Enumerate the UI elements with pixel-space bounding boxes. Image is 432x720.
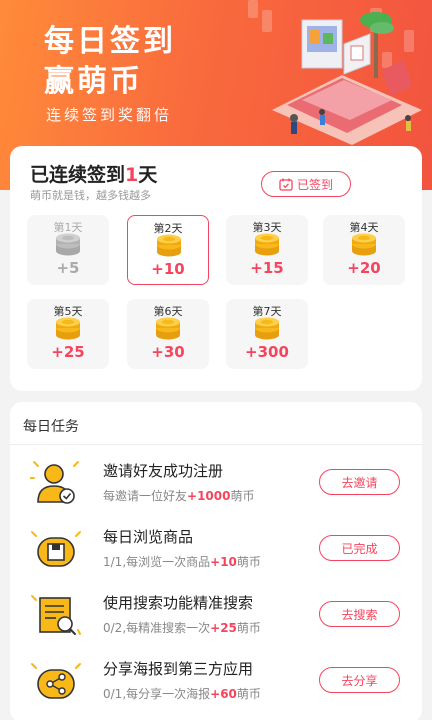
checkin-day-6[interactable]: 第6天 +30 (127, 299, 209, 369)
coin-stack-gold-icon (157, 234, 181, 257)
tasks-heading: 每日任务 (23, 419, 79, 435)
task-desc-text: 1/1,每浏览一次商品 (103, 555, 211, 569)
day-reward: +30 (151, 343, 185, 361)
page-title: 每日签到 赢萌币 (44, 22, 176, 102)
task-points: +10 (210, 555, 237, 569)
task-name: 分享海报到第三方应用 (103, 660, 254, 678)
task-item-share: 分享海报到第三方应用 0/1,每分享一次海报+60萌币 去分享 (10, 652, 422, 718)
streak-title-suffix: 天 (138, 164, 158, 186)
title-line-1: 每日签到 (44, 24, 176, 59)
signed-in-label: 已签到 (296, 177, 333, 192)
signed-in-button[interactable]: 已签到 (261, 171, 351, 197)
task-description: 1/1,每浏览一次商品+10萌币 (103, 553, 261, 570)
task-desc-text: 0/2,每精准搜索一次 (103, 621, 211, 635)
day-reward: +20 (347, 259, 381, 277)
task-item-invite: 邀请好友成功注册 每邀请一位好友+1000萌币 去邀请 (10, 454, 422, 520)
task-points: +25 (210, 621, 237, 635)
invite-user-icon (30, 461, 79, 504)
task-description: 每邀请一位好友+1000萌币 (103, 487, 254, 504)
coin-stack-gold-icon (255, 317, 279, 340)
task-desc-unit: 萌币 (236, 621, 261, 635)
search-document-icon (31, 595, 81, 635)
invite-button[interactable]: 去邀请 (319, 469, 400, 495)
streak-subtitle: 萌币就是钱，越多钱越多 (30, 189, 151, 202)
checkin-day-3[interactable]: 第3天 +15 (226, 215, 308, 285)
search-button[interactable]: 去搜索 (319, 601, 400, 627)
task-description: 0/2,每精准搜索一次+25萌币 (103, 619, 261, 636)
task-points: +60 (210, 687, 237, 701)
checkin-day-1[interactable]: 第1天 +5 (27, 215, 109, 285)
task-item-search: 使用搜索功能精准搜索 0/2,每精准搜索一次+25萌币 去搜索 (10, 586, 422, 652)
coin-stack-gray-icon (56, 233, 80, 256)
checkin-day-5[interactable]: 第5天 +25 (27, 299, 109, 369)
coin-stack-gold-icon (255, 233, 279, 256)
checkin-day-4[interactable]: 第4天 +20 (323, 215, 405, 285)
coin-stack-gold-icon (56, 317, 80, 340)
coin-stack-gold-icon (156, 317, 180, 340)
checkin-day-7[interactable]: 第7天 +300 (226, 299, 308, 369)
completed-button[interactable]: 已完成 (319, 535, 400, 561)
task-name: 邀请好友成功注册 (103, 462, 224, 480)
checkin-day-2[interactable]: 第2天 +10 (127, 215, 209, 285)
streak-days-count: 1 (125, 164, 139, 186)
page-subtitle: 连续签到奖翻倍 (46, 106, 173, 124)
title-line-2: 赢萌币 (44, 64, 143, 99)
checkin-card: 已连续签到1天 萌币就是钱，越多钱越多 已签到 第1天 +5 第2天 +10 第… (10, 146, 422, 391)
share-button[interactable]: 去分享 (319, 667, 400, 693)
shop-illustration (272, 12, 422, 145)
streak-title-prefix: 已连续签到 (30, 164, 126, 186)
task-desc-unit: 萌币 (236, 687, 261, 701)
task-points: +1000 (187, 489, 231, 503)
day-reward: +10 (151, 260, 185, 278)
browse-goods-icon (31, 531, 81, 567)
day-reward: +300 (245, 343, 289, 361)
task-description: 0/1,每分享一次海报+60萌币 (103, 685, 261, 702)
streak-title: 已连续签到1天 (30, 160, 157, 187)
day-reward: +25 (51, 343, 85, 361)
daily-tasks-card: 每日任务 邀请好友成功注册 每邀请一位好友+1000萌币 去邀请 每日浏览商品 … (10, 402, 422, 720)
task-name: 每日浏览商品 (103, 528, 194, 546)
divider (10, 444, 422, 445)
task-item-browse: 每日浏览商品 1/1,每浏览一次商品+10萌币 已完成 (10, 520, 422, 586)
day-reward: +5 (56, 259, 80, 277)
task-desc-text: 0/1,每分享一次海报 (103, 687, 211, 701)
task-desc-unit: 萌币 (230, 489, 255, 503)
day-reward: +15 (250, 259, 284, 277)
task-desc-text: 每邀请一位好友 (103, 489, 188, 503)
share-icon (31, 663, 81, 699)
task-name: 使用搜索功能精准搜索 (103, 594, 254, 612)
task-desc-unit: 萌币 (236, 555, 261, 569)
coin-stack-gold-icon (352, 233, 376, 256)
calendar-check-icon (279, 178, 293, 191)
